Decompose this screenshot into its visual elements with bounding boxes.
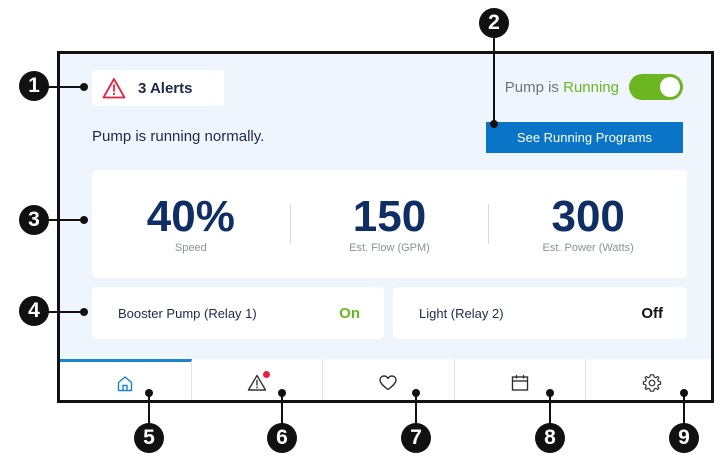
- nav-favorites-tab[interactable]: [323, 359, 455, 400]
- callout-8-leader: [549, 393, 551, 425]
- pump-stats-panel: 40% Speed 150 Est. Flow (GPM) 300 Est. P…: [92, 170, 687, 278]
- heart-icon: [379, 374, 398, 390]
- nav-settings-tab[interactable]: [586, 359, 711, 400]
- callout-7-leader: [415, 393, 417, 425]
- pump-status-label: Pump is Running: [505, 79, 619, 96]
- callout-2-dot: [490, 120, 498, 128]
- speed-stat: 40% Speed: [92, 192, 290, 255]
- alert-badge-dot: [262, 371, 270, 378]
- relay-state: On: [339, 304, 360, 322]
- callout-5-dot: [145, 389, 153, 397]
- callout-6-leader: [281, 393, 283, 425]
- relay-booster-pump[interactable]: Booster Pump (Relay 1) On: [92, 287, 384, 339]
- callout-3-dot: [80, 216, 88, 224]
- relay-light[interactable]: Light (Relay 2) Off: [393, 287, 687, 339]
- pump-status-prefix: Pump is: [504, 78, 559, 96]
- power-stat: 300 Est. Power (Watts): [489, 192, 687, 255]
- pump-screen: 3 Alerts Pump is running normally. Pump …: [57, 51, 714, 403]
- callout-7-dot: [412, 389, 420, 397]
- pump-toggle-knob: [660, 77, 680, 97]
- callout-1-dot: [80, 83, 88, 91]
- bottom-nav: [60, 359, 711, 400]
- nav-home-tab[interactable]: [60, 359, 192, 400]
- callout-4-leader: [46, 311, 82, 313]
- power-caption: Est. Power (Watts): [542, 242, 634, 254]
- pump-toggle[interactable]: [629, 74, 683, 100]
- callout-9-badge: 9: [669, 423, 699, 453]
- callout-1-leader: [46, 86, 82, 88]
- relay-name: Light (Relay 2): [419, 305, 504, 321]
- pump-status-message: Pump is running normally.: [92, 128, 265, 145]
- callout-4-dot: [80, 308, 88, 316]
- speed-value: 40%: [146, 192, 235, 241]
- callout-8-badge: 8: [535, 423, 565, 453]
- pump-status-state: Running: [563, 78, 619, 96]
- callout-5-badge: 5: [134, 423, 164, 453]
- callout-5-leader: [148, 393, 150, 425]
- nav-schedule-tab[interactable]: [455, 359, 587, 400]
- callout-3-leader: [46, 219, 82, 221]
- callout-9-leader: [683, 393, 685, 425]
- home-icon: [118, 376, 133, 392]
- gear-icon: [642, 373, 661, 392]
- relay-name: Booster Pump (Relay 1): [118, 305, 257, 321]
- callout-9-dot: [680, 389, 688, 397]
- callout-2-badge: 2: [479, 8, 509, 38]
- flow-caption: Est. Flow (GPM): [349, 242, 430, 254]
- alerts-label: 3 Alerts: [138, 79, 193, 97]
- flow-stat: 150 Est. Flow (GPM): [291, 192, 489, 255]
- power-value: 300: [551, 192, 625, 241]
- callout-4-badge: 4: [19, 296, 49, 326]
- callout-6-dot: [278, 389, 286, 397]
- flow-value: 150: [352, 192, 427, 241]
- speed-caption: Speed: [174, 242, 207, 254]
- warning-triangle-icon: [102, 78, 126, 99]
- pump-running-status: Pump is Running: [505, 74, 683, 100]
- nav-alerts-tab[interactable]: [192, 359, 324, 400]
- callout-6-badge: 6: [267, 423, 297, 453]
- alerts-button[interactable]: 3 Alerts: [92, 70, 224, 106]
- see-running-programs-button[interactable]: See Running Programs: [486, 122, 683, 153]
- relay-state: Off: [641, 304, 663, 322]
- callout-3-badge: 3: [19, 205, 49, 235]
- callout-8-dot: [546, 389, 554, 397]
- callout-2-leader: [493, 36, 495, 124]
- calendar-icon: [511, 374, 529, 391]
- callout-7-badge: 7: [401, 423, 431, 453]
- callout-1-badge: 1: [19, 71, 49, 101]
